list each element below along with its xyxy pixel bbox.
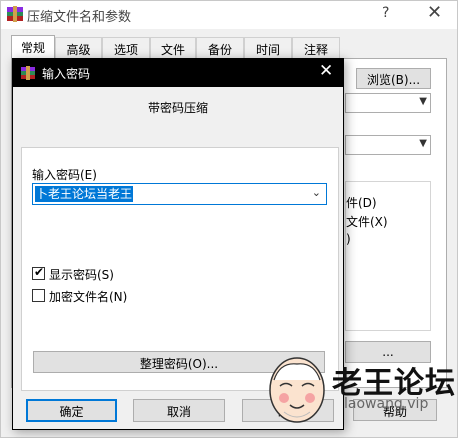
winrar-app-icon — [21, 66, 35, 80]
tab-time[interactable]: 时间 — [244, 37, 292, 59]
tab-comment[interactable]: 注释 — [292, 37, 340, 59]
browse-button[interactable]: 浏览(B)... — [356, 68, 431, 89]
password-input[interactable]: 卜老王论坛当老王 ⌄ — [32, 183, 327, 205]
dialog-heading: 带密码压缩 — [147, 101, 208, 115]
mascot-face-logo — [269, 357, 325, 423]
cancel-button[interactable]: 取消 — [133, 399, 225, 422]
tab-files[interactable]: 文件 — [150, 37, 196, 59]
compression-select[interactable]: ▼ — [345, 135, 431, 155]
tab-advanced[interactable]: 高级 — [55, 37, 102, 59]
winrar-app-icon — [7, 6, 23, 22]
archive-option-partial[interactable]: ) — [346, 232, 351, 246]
chevron-down-icon: ▼ — [419, 96, 427, 107]
checkbox-label: 显示密码(S) — [49, 268, 114, 282]
chevron-down-icon: ▼ — [419, 138, 427, 149]
checkbox-box[interactable]: ✔ — [32, 265, 45, 280]
parent-window-title: 压缩文件名和参数 — [27, 10, 132, 25]
tab-general[interactable]: 常规 — [11, 35, 55, 59]
checkmark-icon: ✔ — [34, 265, 45, 279]
tab-backup[interactable]: 备份 — [196, 37, 244, 59]
parent-titlebar: 压缩文件名和参数 ? ✕ — [1, 1, 457, 29]
tab-options[interactable]: 选项 — [102, 37, 150, 59]
close-icon[interactable]: ✕ — [319, 61, 333, 81]
help-icon[interactable]: ? — [382, 5, 389, 21]
archive-option-partial[interactable]: 件(D) — [346, 194, 377, 211]
dialog-titlebar: 输入密码 ✕ — [13, 59, 343, 87]
password-value[interactable]: 卜老王论坛当老王 — [35, 186, 134, 202]
close-icon[interactable]: ✕ — [427, 2, 442, 23]
checkbox-label: 加密文件名(N) — [49, 290, 128, 304]
password-label: 输入密码(E) — [32, 168, 97, 182]
update-mode-select[interactable]: ▼ — [345, 93, 431, 113]
watermark-url: laowang.vip — [344, 396, 429, 412]
chevron-down-icon[interactable]: ⌄ — [312, 186, 321, 199]
dialog-title: 输入密码 — [42, 67, 91, 81]
ok-button[interactable]: 确定 — [26, 399, 117, 422]
archive-option-partial[interactable]: 文件(X) — [346, 213, 388, 230]
checkbox-box[interactable] — [32, 289, 45, 302]
